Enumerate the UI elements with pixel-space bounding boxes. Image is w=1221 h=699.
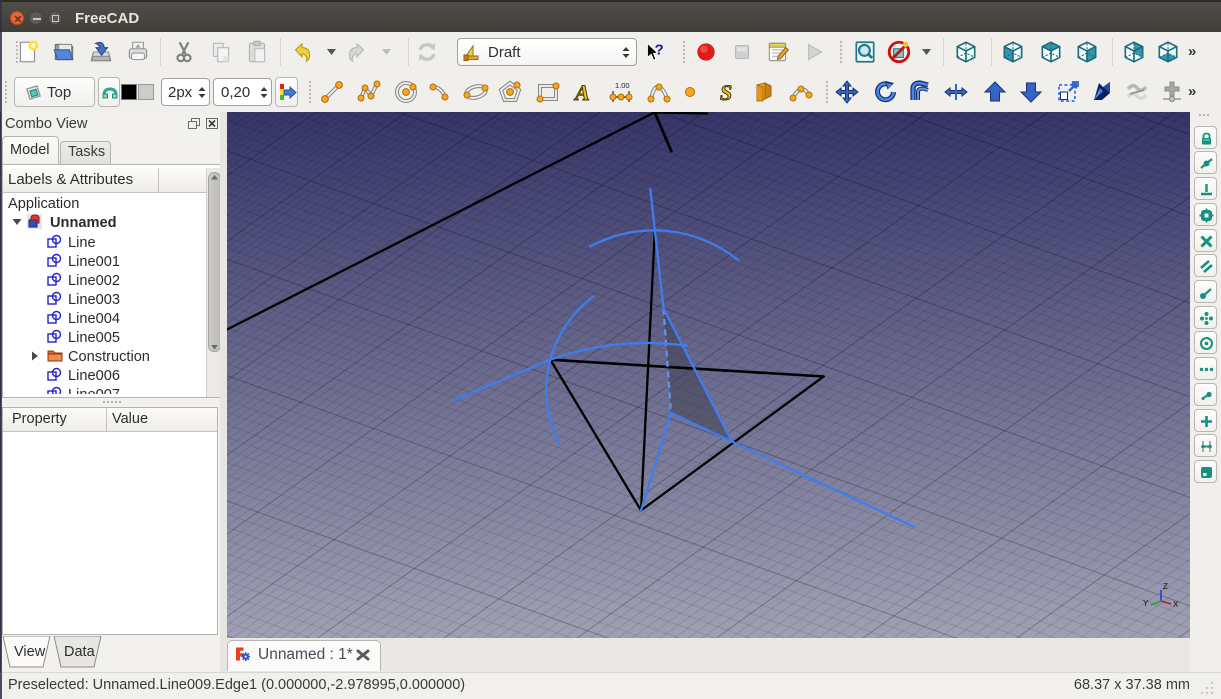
svg-text:?: ? bbox=[654, 42, 663, 59]
svg-text:Data: Data bbox=[64, 644, 96, 660]
svg-text:Z: Z bbox=[1163, 582, 1168, 591]
svg-text:A: A bbox=[573, 80, 590, 105]
svg-text:1.00: 1.00 bbox=[615, 81, 630, 90]
svg-text:View: View bbox=[14, 644, 46, 660]
svg-text:Y: Y bbox=[1143, 599, 1149, 608]
svg-text:S: S bbox=[720, 80, 732, 105]
svg-text:X: X bbox=[1173, 600, 1179, 609]
